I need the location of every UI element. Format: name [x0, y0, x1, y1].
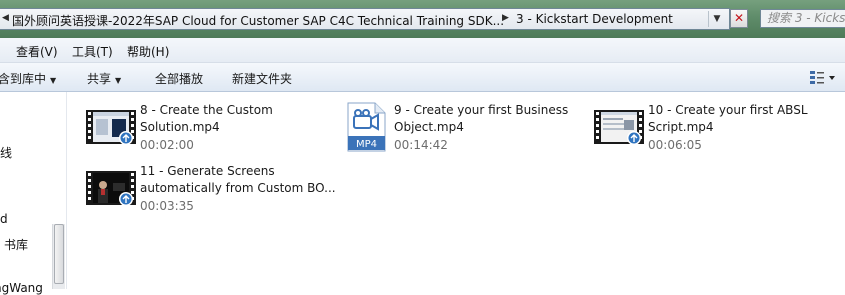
chevron-down-icon: ▼: [50, 76, 57, 85]
file-name: 10 - Create your first ABSL: [648, 103, 808, 117]
menu-bar: 查看(V) 工具(T) 帮助(H): [0, 38, 845, 63]
clear-address-button[interactable]: ✕: [730, 9, 748, 28]
file-duration: 00:14:42: [394, 138, 448, 152]
file-name: 9 - Create your first Business: [394, 103, 569, 117]
file-name: automatically from Custom BO...: [140, 181, 336, 195]
include-in-library-button[interactable]: 含到库中 ▼: [0, 70, 56, 87]
new-folder-button[interactable]: 新建文件夹: [232, 70, 292, 87]
file-duration: 00:02:00: [140, 138, 194, 152]
chevron-down-icon: ▼: [115, 76, 122, 85]
breadcrumb-current[interactable]: 3 - Kickstart Development: [516, 12, 673, 26]
video-thumbnail-icon: [594, 110, 644, 145]
file-name: 11 - Generate Screens: [140, 164, 275, 178]
address-bar[interactable]: ◀ 国外顾问英语授课-2022年SAP Cloud for Customer S…: [0, 8, 730, 30]
nav-item-library[interactable]: 书库: [4, 236, 28, 253]
file-name: Solution.mp4: [140, 120, 220, 134]
breadcrumb-parent[interactable]: 国外顾问英语授课-2022年SAP Cloud for Customer SAP…: [12, 12, 504, 29]
file-item[interactable]: MP4 9 - Create your first Business Objec…: [345, 102, 585, 154]
share-button[interactable]: 共享 ▼: [87, 70, 121, 87]
menu-view[interactable]: 查看(V): [16, 43, 58, 60]
nav-scrollbar[interactable]: [52, 224, 65, 289]
file-name: Script.mp4: [648, 120, 714, 134]
address-dropdown-icon[interactable]: ▼: [708, 11, 725, 27]
change-view-button[interactable]: [808, 69, 838, 85]
video-thumbnail-icon: [86, 110, 136, 145]
view-options-icon: [810, 71, 835, 84]
address-bar-strip: ◀ 国外顾问英语授课-2022年SAP Cloud for Customer S…: [0, 0, 845, 38]
close-icon: ✕: [733, 11, 745, 25]
include-in-library-label: 含到库中: [0, 72, 47, 86]
navigation-pane: 线 d 书库 ngWang: [0, 92, 67, 295]
command-bar: 含到库中 ▼ 共享 ▼ 全部播放 新建文件夹: [0, 63, 845, 92]
play-all-button[interactable]: 全部播放: [155, 70, 203, 87]
file-item[interactable]: 8 - Create the Custom Solution.mp4 00:02…: [86, 102, 326, 154]
file-item[interactable]: 10 - Create your first ABSL Script.mp4 0…: [594, 102, 834, 154]
file-name: Object.mp4: [394, 120, 464, 134]
nav-item-user[interactable]: ngWang: [0, 281, 43, 295]
share-label: 共享: [87, 72, 112, 86]
mp4-file-icon: MP4: [347, 102, 386, 152]
file-duration: 00:03:35: [140, 199, 194, 213]
file-name: 8 - Create the Custom: [140, 103, 273, 117]
mp4-badge: MP4: [356, 139, 377, 150]
breadcrumb-overflow-icon[interactable]: ◀: [2, 13, 9, 23]
nav-item[interactable]: 线: [0, 144, 12, 161]
nav-item[interactable]: d: [0, 212, 8, 226]
search-input[interactable]: 搜索 3 - Kickst: [760, 9, 845, 28]
scrollbar-thumb[interactable]: [54, 224, 64, 284]
file-duration: 00:06:05: [648, 138, 702, 152]
file-item[interactable]: 11 - Generate Screens automatically from…: [86, 163, 346, 215]
menu-help[interactable]: 帮助(H): [127, 43, 169, 60]
chevron-right-icon[interactable]: ▶: [502, 13, 509, 23]
video-thumbnail-icon: [86, 171, 136, 206]
menu-tools[interactable]: 工具(T): [72, 43, 113, 60]
